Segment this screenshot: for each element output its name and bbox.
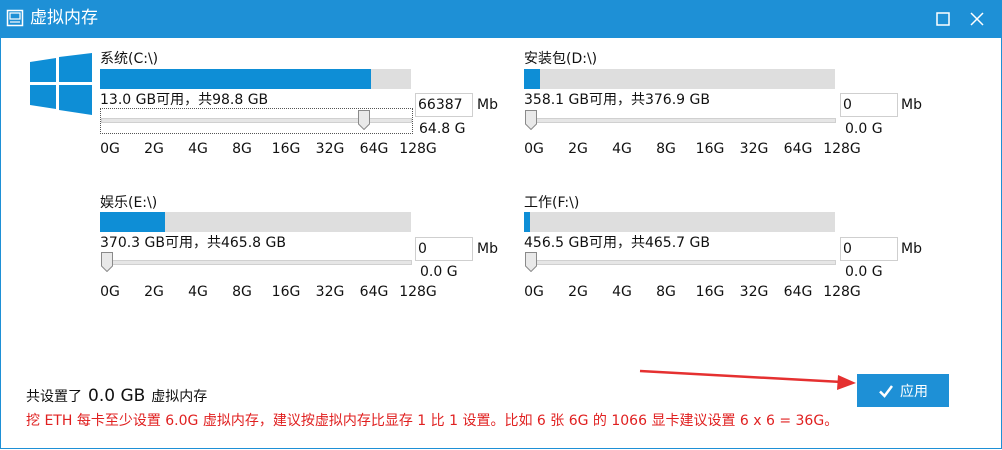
tick-label: 32G (315, 284, 345, 300)
usage-fill (100, 212, 166, 232)
tick-labels: 0G 2G 4G 8G 16G 32G 64G 128G (524, 141, 864, 159)
apply-button[interactable]: 应用 (857, 374, 949, 407)
tick-label: 128G (399, 284, 437, 300)
windows-logo-icon (30, 53, 92, 115)
tick-label: 8G (232, 141, 252, 157)
tick-label: 8G (656, 284, 676, 300)
size-gb-value: 0.0 G (845, 264, 883, 280)
size-slider[interactable] (101, 110, 412, 132)
tick-label: 4G (612, 141, 632, 157)
free-space-text: 358.1 GB可用，共376.9 GB (524, 92, 710, 108)
tick-label: 32G (315, 141, 345, 157)
tick-label: 64G (783, 284, 813, 300)
usage-bar (524, 69, 835, 89)
usage-fill (524, 212, 531, 232)
drive-name: 娱乐(E:\) (100, 195, 158, 211)
slider-track (101, 260, 412, 265)
tick-label: 64G (359, 141, 389, 157)
recommendation-note: 挖 ETH 每卡至少设置 6.0G 虚拟内存，建议按虚拟内存比显存 1 比 1 … (26, 413, 839, 429)
tick-label: 8G (232, 284, 252, 300)
size-gb-value: 64.8 G (419, 121, 466, 137)
tick-label: 32G (739, 141, 769, 157)
tick-label: 0G (100, 141, 120, 157)
tick-label: 4G (188, 284, 208, 300)
close-icon[interactable] (964, 6, 990, 32)
slider-thumb[interactable] (358, 110, 371, 131)
free-space-text: 13.0 GB可用，共98.8 GB (100, 92, 269, 108)
slider-thumb[interactable] (525, 252, 537, 273)
tick-label: 2G (568, 284, 588, 300)
unit-label: Mb (901, 241, 922, 257)
tick-label: 16G (271, 141, 301, 157)
size-mb-input[interactable] (415, 237, 473, 261)
tick-label: 128G (399, 141, 437, 157)
total-value: 0.0 GB (88, 386, 146, 406)
tick-label: 0G (524, 141, 544, 157)
tick-label: 16G (695, 284, 725, 300)
usage-bar (100, 212, 411, 232)
apply-button-label: 应用 (900, 383, 928, 400)
size-mb-input[interactable] (840, 93, 898, 117)
size-mb-input[interactable] (415, 93, 473, 117)
drive-name: 系统(C:\) (100, 51, 159, 67)
slider-track (525, 118, 836, 123)
unit-label: Mb (477, 241, 498, 257)
size-gb-value: 0.0 G (420, 264, 458, 280)
tick-label: 8G (656, 141, 676, 157)
tick-label: 2G (144, 141, 164, 157)
tick-label: 16G (271, 284, 301, 300)
usage-fill (100, 69, 371, 89)
usage-bar (524, 212, 835, 232)
tick-label: 16G (695, 141, 725, 157)
unit-label: Mb (901, 97, 922, 113)
drive-name: 安装包(D:\) (524, 51, 598, 67)
total-prefix: 共设置了 (26, 389, 82, 405)
tick-labels: 0G 2G 4G 8G 16G 32G 64G 128G (100, 284, 440, 302)
free-space-text: 370.3 GB可用，共465.8 GB (100, 235, 286, 251)
maximize-icon[interactable] (930, 6, 956, 32)
tick-label: 2G (568, 141, 588, 157)
usage-bar (100, 69, 411, 89)
tick-label: 32G (739, 284, 769, 300)
tick-label: 64G (359, 284, 389, 300)
total-summary: 共设置了 0.0 GB 虚拟内存 (26, 386, 207, 406)
check-icon (879, 384, 893, 398)
tick-label: 128G (823, 141, 861, 157)
size-slider[interactable] (101, 252, 412, 274)
tick-labels: 0G 2G 4G 8G 16G 32G 64G 128G (100, 141, 440, 159)
size-slider[interactable] (525, 252, 836, 274)
tick-label: 64G (783, 141, 813, 157)
tick-labels: 0G 2G 4G 8G 16G 32G 64G 128G (524, 284, 864, 302)
slider-track (525, 260, 836, 265)
tick-label: 4G (188, 141, 208, 157)
tick-label: 0G (524, 284, 544, 300)
tick-label: 4G (612, 284, 632, 300)
free-space-text: 456.5 GB可用，共465.7 GB (524, 235, 710, 251)
app-icon (6, 9, 24, 27)
slider-thumb[interactable] (101, 252, 113, 273)
title-bar: 虚拟内存 (0, 0, 1002, 38)
tick-label: 128G (823, 284, 861, 300)
size-slider[interactable] (525, 110, 836, 132)
tick-label: 2G (144, 284, 164, 300)
drive-name: 工作(F:\) (524, 195, 580, 211)
unit-label: Mb (477, 97, 498, 113)
window-title: 虚拟内存 (30, 8, 98, 28)
slider-thumb[interactable] (525, 110, 537, 131)
total-suffix: 虚拟内存 (151, 389, 208, 405)
tick-label: 0G (100, 284, 120, 300)
usage-fill (524, 69, 540, 89)
size-gb-value: 0.0 G (845, 121, 883, 137)
size-mb-input[interactable] (840, 237, 898, 261)
